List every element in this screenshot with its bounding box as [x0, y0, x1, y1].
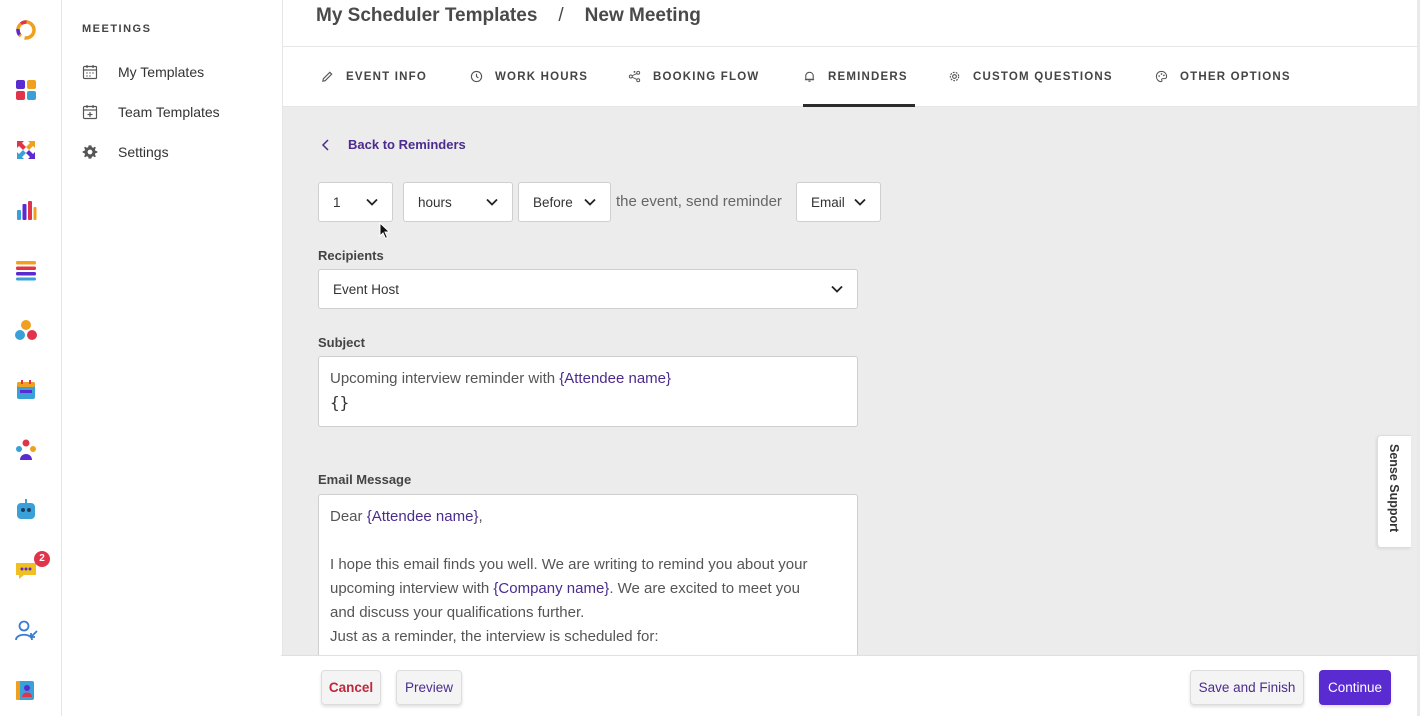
- tab-label: REMINDERS: [828, 70, 908, 83]
- message-line: upcoming interview with {Company name}. …: [330, 577, 846, 601]
- tab-event-info[interactable]: EVENT INFO: [321, 47, 427, 106]
- company-name-variable: {Company name}: [493, 580, 610, 597]
- amount-select[interactable]: 1: [318, 182, 393, 222]
- tab-work-hours[interactable]: WORK HOURS: [470, 47, 588, 106]
- sidebar-heading: MEETINGS: [82, 23, 152, 35]
- reminder-editor: Back to Reminders 1 hours Before the eve…: [283, 107, 1417, 655]
- subject-label: Subject: [318, 335, 365, 350]
- pencil-icon: [322, 71, 333, 82]
- sidebar-item-settings[interactable]: Settings: [82, 141, 169, 163]
- greeting-text: Dear: [330, 508, 367, 525]
- preview-button[interactable]: Preview: [396, 670, 462, 705]
- clock-icon: [470, 70, 483, 83]
- sidebar-item-my-templates[interactable]: My Templates: [82, 61, 204, 83]
- tab-custom-questions[interactable]: CUSTOM QUESTIONS: [948, 47, 1113, 106]
- email-message-label: Email Message: [318, 472, 412, 487]
- channel-value: Email: [811, 194, 845, 210]
- reminder-sentence-text: the event, send reminder: [616, 193, 782, 210]
- dashboard-icon[interactable]: [14, 78, 38, 102]
- attendee-name-variable: {Attendee name}: [366, 508, 479, 525]
- robot-icon[interactable]: [14, 498, 38, 522]
- page-title: New Meeting: [584, 5, 701, 26]
- tab-reminders[interactable]: REMINDERS: [803, 47, 915, 107]
- email-message-input[interactable]: Dear {Attendee name}, I hope this email …: [318, 494, 858, 655]
- tab-other-options[interactable]: OTHER OPTIONS: [1155, 47, 1291, 106]
- chevron-down-icon: [366, 198, 378, 206]
- contacts-icon[interactable]: [14, 678, 38, 702]
- list-icon[interactable]: [14, 258, 38, 282]
- team-icon[interactable]: [14, 438, 38, 462]
- message-line: and discuss your qualifications further.: [330, 604, 585, 621]
- message-line: Just as a reminder, the interview is sch…: [330, 628, 659, 645]
- app-icon-rail: 2: [0, 0, 62, 716]
- calendar-icon: [82, 65, 98, 80]
- gear-icon: [949, 71, 960, 82]
- continue-button[interactable]: Continue: [1319, 670, 1391, 705]
- tab-label: OTHER OPTIONS: [1180, 70, 1291, 83]
- breadcrumb-separator: /: [558, 5, 564, 26]
- channel-select[interactable]: Email: [796, 182, 881, 222]
- gear-icon: [82, 145, 98, 159]
- attendee-name-variable: {Attendee name}: [559, 370, 672, 387]
- back-link-label: Back to Reminders: [348, 137, 466, 152]
- message-text: . We are excited to meet you: [609, 580, 800, 597]
- recipients-value: Event Host: [333, 281, 400, 297]
- timing-select[interactable]: Before: [518, 182, 611, 222]
- user-icon[interactable]: [14, 618, 38, 642]
- chevron-left-icon: [321, 138, 329, 151]
- breadcrumb-parent[interactable]: My Scheduler Templates: [316, 5, 537, 27]
- tab-label: WORK HOURS: [495, 70, 589, 83]
- logo-icon[interactable]: [14, 18, 38, 42]
- meetings-sidebar: MEETINGS My Templates Team Templates Set…: [62, 0, 283, 716]
- tab-label: BOOKING FLOW: [653, 70, 760, 83]
- sidebar-item-team-templates[interactable]: Team Templates: [82, 101, 220, 123]
- sidebar-item-label: Team Templates: [118, 104, 220, 120]
- amount-value: 1: [333, 194, 341, 210]
- cancel-button[interactable]: Cancel: [321, 670, 381, 705]
- greeting-punctuation: ,: [478, 508, 483, 525]
- subject-text: Upcoming interview reminder with: [330, 370, 560, 387]
- calendar-icon[interactable]: [14, 378, 38, 402]
- circles-icon[interactable]: [14, 318, 38, 342]
- message-greeting: Dear {Attendee name},: [330, 505, 846, 529]
- page-header: My Scheduler Templates / New Meeting: [283, 0, 1417, 47]
- sense-support-tab[interactable]: Sense Support: [1377, 435, 1411, 548]
- notification-badge: 2: [34, 551, 50, 567]
- breadcrumb: My Scheduler Templates / New Meeting: [316, 5, 701, 27]
- sense-support-label: Sense Support: [1387, 444, 1401, 533]
- sidebar-item-label: My Templates: [118, 64, 205, 80]
- insert-variable-button[interactable]: {}: [330, 391, 846, 415]
- tab-booking-flow[interactable]: BOOKING FLOW: [628, 47, 759, 106]
- chevron-down-icon: [831, 285, 843, 293]
- chevron-down-icon: [854, 198, 866, 206]
- palette-icon: [1155, 70, 1168, 83]
- message-line: I hope this email finds you well. We are…: [330, 556, 808, 573]
- recipients-label: Recipients: [318, 248, 384, 263]
- calendar-plus-icon: [82, 105, 98, 120]
- tab-label: CUSTOM QUESTIONS: [973, 70, 1113, 83]
- chevron-down-icon: [584, 198, 596, 206]
- timing-value: Before: [533, 194, 573, 210]
- subject-input[interactable]: Upcoming interview reminder with {Attend…: [318, 356, 858, 427]
- recipients-select[interactable]: Event Host: [318, 269, 858, 309]
- message-text: upcoming interview with: [330, 580, 494, 597]
- tab-bar: EVENT INFO WORK HOURS BOOKING FLOW REMIN…: [283, 47, 1417, 107]
- bar-chart-icon[interactable]: [14, 198, 38, 222]
- chevron-down-icon: [486, 198, 498, 206]
- sidebar-item-label: Settings: [118, 144, 169, 160]
- subject-text-line: Upcoming interview reminder with {Attend…: [330, 367, 846, 391]
- bell-icon: [804, 71, 815, 82]
- footer-action-bar: Cancel Preview Save and Finish Continue: [281, 655, 1417, 716]
- arrows-icon[interactable]: [14, 138, 38, 162]
- back-to-reminders-link[interactable]: Back to Reminders: [320, 137, 466, 152]
- flow-icon: [628, 70, 641, 83]
- save-and-finish-button[interactable]: Save and Finish: [1190, 670, 1304, 705]
- tab-label: EVENT INFO: [346, 70, 428, 83]
- unit-select[interactable]: hours: [403, 182, 513, 222]
- mouse-cursor-icon: [379, 222, 391, 240]
- unit-value: hours: [418, 194, 452, 210]
